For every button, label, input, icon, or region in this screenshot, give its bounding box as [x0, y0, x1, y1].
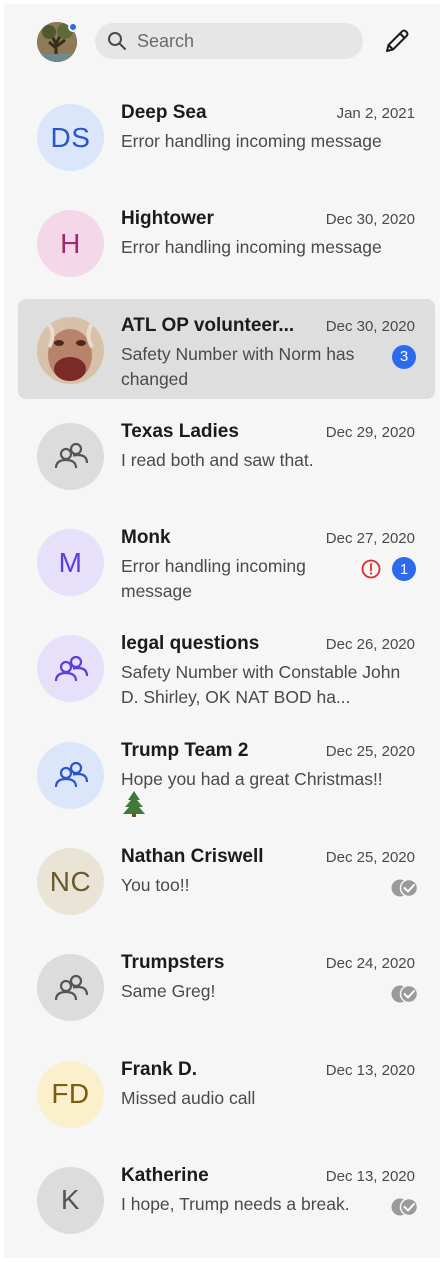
- conversation-avatar: FD: [37, 1060, 104, 1128]
- read-check-icon: [390, 878, 420, 898]
- unread-count-badge: 3: [392, 344, 416, 369]
- conversation-preview: Error handling incoming message: [121, 556, 306, 602]
- conversation-date: Dec 13, 2020: [325, 1167, 415, 1185]
- conversation-name: Trumpsters: [121, 952, 225, 974]
- unread-count-badge: 1: [392, 557, 416, 582]
- profile-badge: [68, 22, 78, 32]
- conversation-list-panel: DS Deep Sea Jan 2, 2021 Error handling inco…: [4, 4, 440, 1258]
- conversation-name: Katherine: [121, 1164, 209, 1186]
- conversation-item[interactable]: Trumpsters Dec 24, 2020 Same Greg!: [4, 934, 440, 1040]
- conversation-item[interactable]: M Monk Dec 27, 2020 Error handling incoming…: [4, 509, 440, 615]
- conversation-preview: You too!!: [121, 875, 190, 896]
- conversation-item[interactable]: Trump Team 2 Dec 25, 2020 Hope you had a g…: [4, 722, 440, 828]
- conversation-item[interactable]: NC Nathan Criswell Dec 25, 2020 You too!!: [4, 828, 440, 934]
- conversation-item[interactable]: Texas Ladies Dec 29, 2020 I read both and …: [4, 403, 440, 509]
- alert-circle-icon: [360, 558, 382, 580]
- conversation-date: Dec 29, 2020: [325, 423, 415, 441]
- conversation-name: Trump Team 2: [121, 739, 249, 761]
- conversation-date: Dec 26, 2020: [325, 636, 415, 654]
- conversation-item[interactable]: legal questions Dec 26, 2020 Safety Number…: [4, 615, 440, 721]
- conversation-item[interactable]: DS Deep Sea Jan 2, 2021 Error handling inco…: [4, 84, 440, 190]
- conversation-preview: Safety Number with Constable John D. Shi…: [121, 662, 401, 708]
- search-bar[interactable]: [95, 23, 363, 59]
- conversation-name: legal questions: [121, 633, 260, 655]
- conversation-date: Jan 2, 2021: [336, 105, 415, 122]
- group-icon: [54, 443, 88, 469]
- conversation-item[interactable]: H Hightower Dec 30, 2020 Error handling inc…: [4, 190, 440, 296]
- conversation-name: Texas Ladies: [121, 420, 239, 442]
- conversation-preview: Same Greg!: [121, 981, 216, 1002]
- conversation-name: Hightower: [121, 208, 214, 230]
- conversation-avatar: DS: [37, 104, 104, 171]
- conversation-name: ATL OP volunteer...: [121, 314, 295, 336]
- read-check-icon: [390, 984, 420, 1004]
- conversation-avatar: [37, 954, 104, 1022]
- conversation-avatar: [37, 422, 104, 490]
- conversation-avatar: H: [37, 210, 104, 278]
- conversation-date: Dec 30, 2020: [325, 317, 415, 335]
- conversation-avatar: [37, 316, 104, 384]
- conversation-preview: I hope, Trump needs a break.: [121, 1193, 350, 1214]
- group-icon: [54, 762, 88, 788]
- conversation-item[interactable]: K Katherine Dec 13, 2020 I hope, Trump need…: [4, 1147, 440, 1253]
- conversation-date: Dec 25, 2020: [325, 849, 415, 867]
- conversation-date: Dec 25, 2020: [325, 742, 415, 760]
- conversation-date: Dec 24, 2020: [325, 955, 415, 973]
- conversation-preview: Error handling incoming message: [121, 131, 382, 151]
- conversation-date: Dec 27, 2020: [325, 530, 415, 548]
- search-input[interactable]: [137, 30, 337, 52]
- conversation-date: Dec 30, 2020: [325, 211, 415, 229]
- list-header: [4, 4, 440, 84]
- conversation-name: Deep Sea: [121, 102, 207, 123]
- conversation-preview: Error handling incoming message: [121, 237, 382, 258]
- conversation-preview: I read both and saw that.: [121, 449, 314, 470]
- pencil-icon[interactable]: [382, 26, 412, 56]
- conversation-date: Dec 13, 2020: [325, 1061, 415, 1079]
- conversation-avatar: K: [37, 1166, 104, 1234]
- read-check-icon: [390, 1197, 420, 1217]
- conversation-list: DS Deep Sea Jan 2, 2021 Error handling inco…: [4, 84, 440, 1253]
- conversation-item[interactable]: FD Frank D. Dec 13, 2020 Missed audio call: [4, 1041, 440, 1147]
- conversation-name: Monk: [121, 527, 171, 549]
- group-icon: [54, 974, 88, 1000]
- group-icon: [54, 655, 88, 682]
- conversation-preview: Missed audio call: [121, 1087, 256, 1108]
- christmas-tree-icon: [121, 790, 151, 820]
- search-icon: [108, 32, 126, 50]
- conversation-avatar: M: [37, 529, 104, 597]
- conversation-name: Frank D.: [121, 1058, 198, 1080]
- conversation-avatar: [37, 635, 104, 703]
- conversation-preview: Hope you had a great Christmas!!: [121, 768, 383, 789]
- conversation-avatar: [37, 741, 104, 809]
- conversation-preview: Safety Number with Norm has changed: [121, 343, 355, 389]
- conversation-avatar: NC: [37, 848, 104, 916]
- conversation-name: Nathan Criswell: [121, 846, 264, 868]
- conversation-item[interactable]: ATL OP volunteer... Dec 30, 2020 Safety Nu…: [4, 297, 440, 403]
